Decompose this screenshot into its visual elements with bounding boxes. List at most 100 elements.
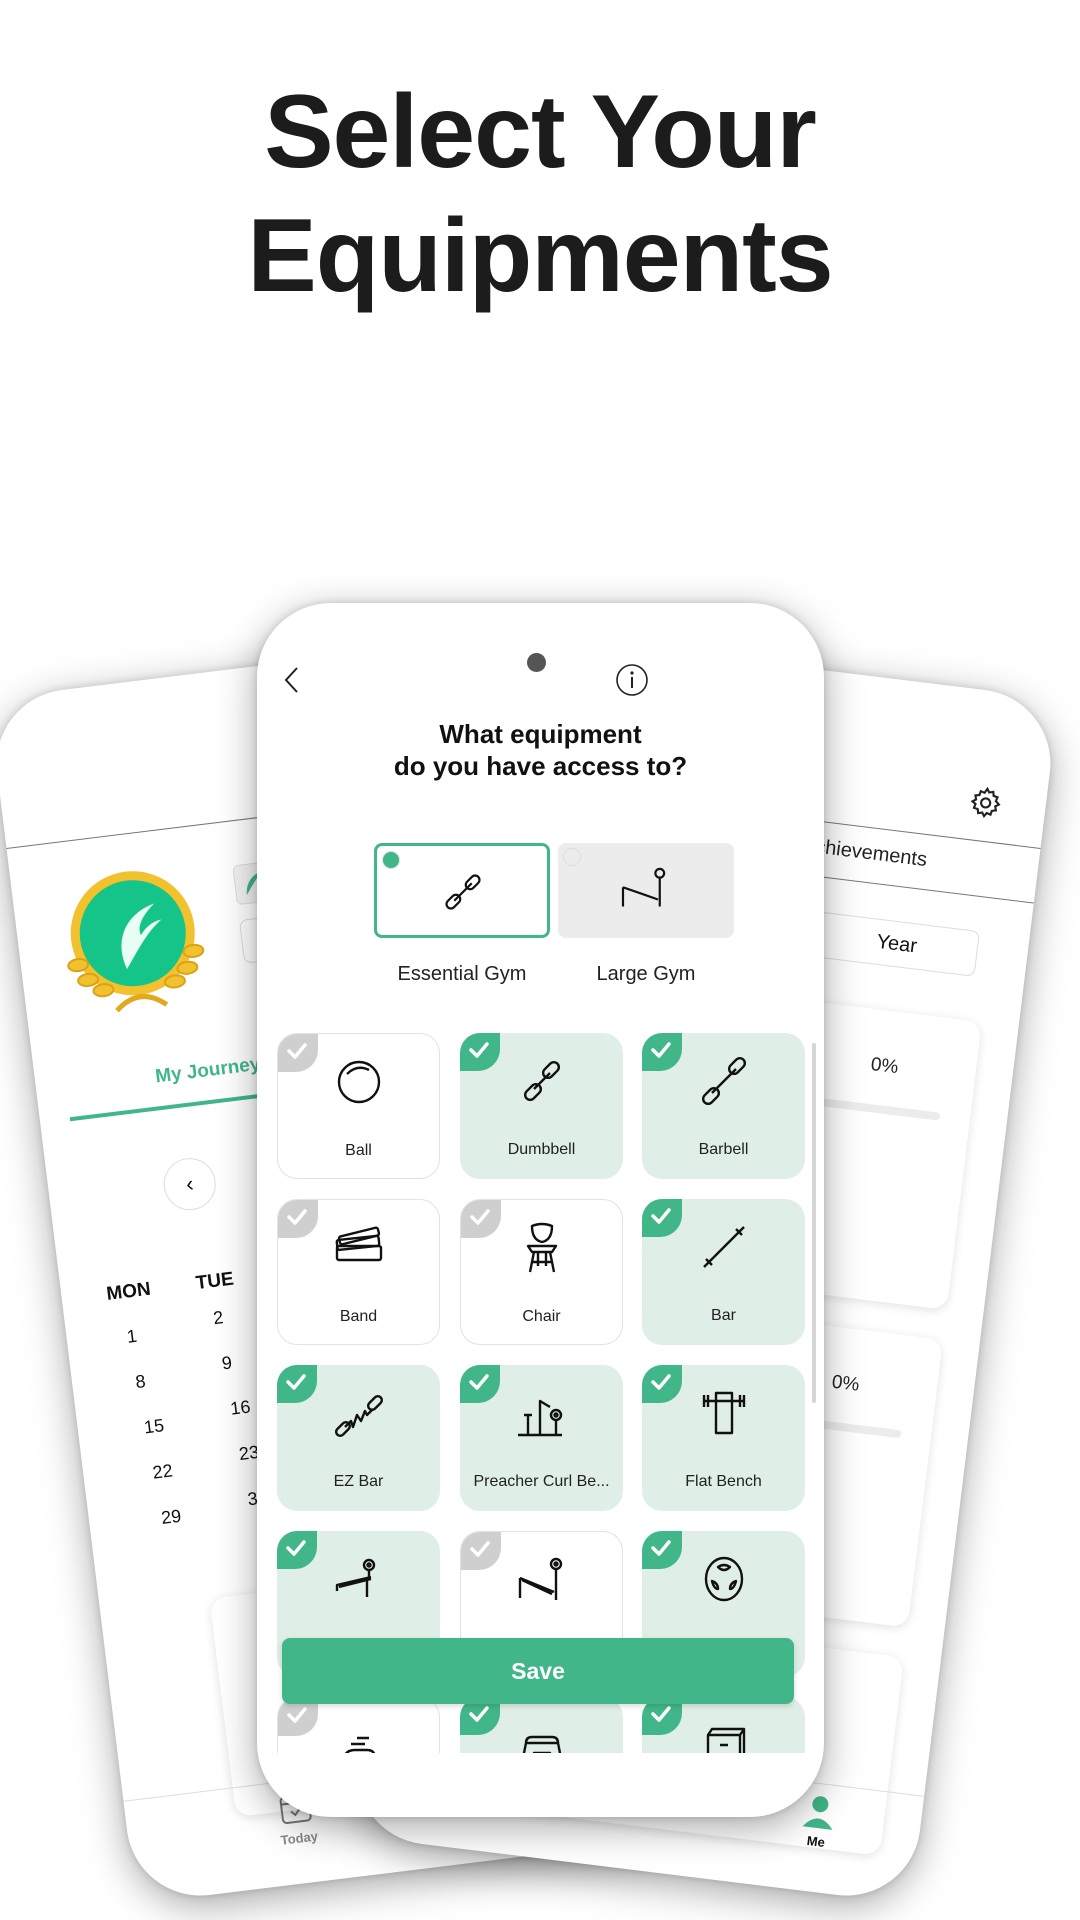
check-icon: [469, 1374, 489, 1390]
camera-dot: [527, 653, 546, 672]
check-icon: [287, 1043, 307, 1059]
check-icon: [651, 1208, 671, 1224]
weight-plate-icon: [704, 1556, 743, 1602]
equipment-tile[interactable]: Preacher Curl Be...: [460, 1365, 623, 1511]
headline-line-1: Select Your: [264, 74, 817, 190]
calendar-date[interactable]: 8: [134, 1371, 147, 1393]
equipment-tile[interactable]: [277, 1697, 440, 1753]
equipment-label: EZ Bar: [333, 1473, 384, 1490]
check-icon: [469, 1706, 489, 1722]
gym-option-essential[interactable]: [374, 843, 550, 938]
chevron-left-icon[interactable]: [281, 665, 303, 695]
headline-line-2: Equipments: [247, 198, 833, 314]
progress-percent: 0%: [869, 1053, 900, 1079]
checkbox-checked[interactable]: [642, 1365, 682, 1403]
equipment-label: Chair: [522, 1308, 561, 1325]
incline-bench-icon: [518, 1557, 562, 1600]
checkbox-checked[interactable]: [642, 1531, 682, 1569]
calendar-date[interactable]: 16: [229, 1396, 251, 1419]
checkbox-checked[interactable]: [642, 1199, 682, 1237]
gear-icon[interactable]: [967, 784, 1005, 822]
equipment-tile[interactable]: Dumbbell: [460, 1033, 623, 1179]
decline-bench-icon: [335, 1558, 375, 1597]
checkbox-checked[interactable]: [460, 1365, 500, 1403]
cable-machine-icon: [344, 1736, 375, 1753]
dumbbell-icon: [523, 1060, 560, 1102]
equipment-label: Flat Bench: [685, 1473, 762, 1490]
equipment-tile[interactable]: Chair: [460, 1199, 623, 1345]
check-icon: [286, 1374, 306, 1390]
equipment-tile[interactable]: [642, 1697, 805, 1753]
check-icon: [470, 1541, 490, 1557]
preacher-curl-bench-icon: [517, 1399, 562, 1437]
incline-bench-icon: [621, 867, 666, 907]
check-icon: [651, 1540, 671, 1556]
save-button[interactable]: Save: [282, 1638, 794, 1704]
checkbox-unchecked[interactable]: [278, 1200, 318, 1238]
step-platform-icon: [522, 1735, 561, 1753]
equipment-label: Ball: [345, 1142, 372, 1159]
calendar-date[interactable]: 29: [160, 1506, 182, 1529]
equipment-label: Bar: [711, 1307, 736, 1324]
equipment-tile[interactable]: Ball: [277, 1033, 440, 1179]
flat-bench-icon: [702, 1391, 745, 1435]
scrollbar[interactable]: [812, 1043, 816, 1403]
check-icon: [287, 1209, 307, 1225]
check-icon: [287, 1707, 307, 1723]
gym-option-large[interactable]: [558, 843, 734, 938]
gym-option-label: Essential Gym: [397, 963, 527, 985]
calendar-date[interactable]: 1: [126, 1326, 139, 1348]
chair-icon: [526, 1222, 557, 1273]
checkbox-checked[interactable]: [277, 1365, 317, 1403]
equipment-label: Band: [339, 1308, 378, 1325]
barbell-icon: [701, 1056, 746, 1106]
checkbox-unchecked[interactable]: [278, 1034, 318, 1072]
equipment-tile[interactable]: Flat Bench: [642, 1365, 805, 1511]
equipment-tile[interactable]: Barbell: [642, 1033, 805, 1179]
checkbox-unchecked[interactable]: [461, 1200, 501, 1238]
equipment-tile[interactable]: Bar: [642, 1199, 805, 1345]
nav-today-label: Today: [279, 1828, 319, 1848]
tab-my-journey[interactable]: My Journey: [154, 1054, 261, 1089]
equipment-tile[interactable]: [460, 1697, 623, 1753]
checkbox-checked[interactable]: [642, 1033, 682, 1071]
equipment-tile[interactable]: EZ Bar: [277, 1365, 440, 1511]
checkbox-unchecked[interactable]: [461, 1532, 501, 1570]
checkbox-checked[interactable]: [460, 1033, 500, 1071]
person-icon: [802, 1796, 833, 1830]
progress-percent: 0%: [830, 1371, 861, 1396]
equipment-label: Dumbbell: [507, 1141, 576, 1158]
equipment-label: Preacher Curl Be...: [473, 1473, 610, 1490]
checkbox-checked[interactable]: [277, 1531, 317, 1569]
chevron-left-icon[interactable]: ‹: [160, 1155, 219, 1214]
center-phone-equipment-screen: What equipment do you have access to? Es…: [257, 603, 824, 1817]
check-icon: [651, 1374, 671, 1390]
calendar-date[interactable]: 2: [212, 1307, 225, 1329]
info-icon[interactable]: [615, 663, 649, 697]
radio-unselected[interactable]: [563, 848, 581, 866]
equipment-tile[interactable]: Band: [277, 1199, 440, 1345]
question-title-line-1: What equipment: [439, 719, 642, 749]
radio-selected[interactable]: [382, 851, 400, 869]
ez-bar-icon: [334, 1394, 383, 1438]
calendar-day-mon: MON: [105, 1278, 152, 1305]
question-title: What equipment do you have access to?: [257, 718, 824, 782]
gym-option-label: Large Gym: [596, 963, 696, 985]
band-icon: [335, 1226, 382, 1262]
question-title-line-2: do you have access to?: [393, 751, 688, 781]
calendar-date[interactable]: 15: [143, 1415, 165, 1438]
nav-me-label: Me: [805, 1832, 826, 1851]
check-icon: [651, 1706, 671, 1722]
period-button-year[interactable]: Year: [813, 911, 980, 977]
laurel-badge-icon: [67, 871, 205, 1013]
check-icon: [470, 1209, 490, 1225]
calendar-date[interactable]: 22: [151, 1460, 173, 1483]
ball-icon: [337, 1060, 380, 1104]
bar-icon: [702, 1226, 745, 1268]
check-icon: [651, 1042, 671, 1058]
dumbbell-icon: [445, 874, 481, 910]
calendar-date[interactable]: 9: [221, 1352, 234, 1374]
check-icon: [469, 1042, 489, 1058]
calendar-day-tue: TUE: [194, 1268, 235, 1295]
check-icon: [286, 1540, 306, 1556]
